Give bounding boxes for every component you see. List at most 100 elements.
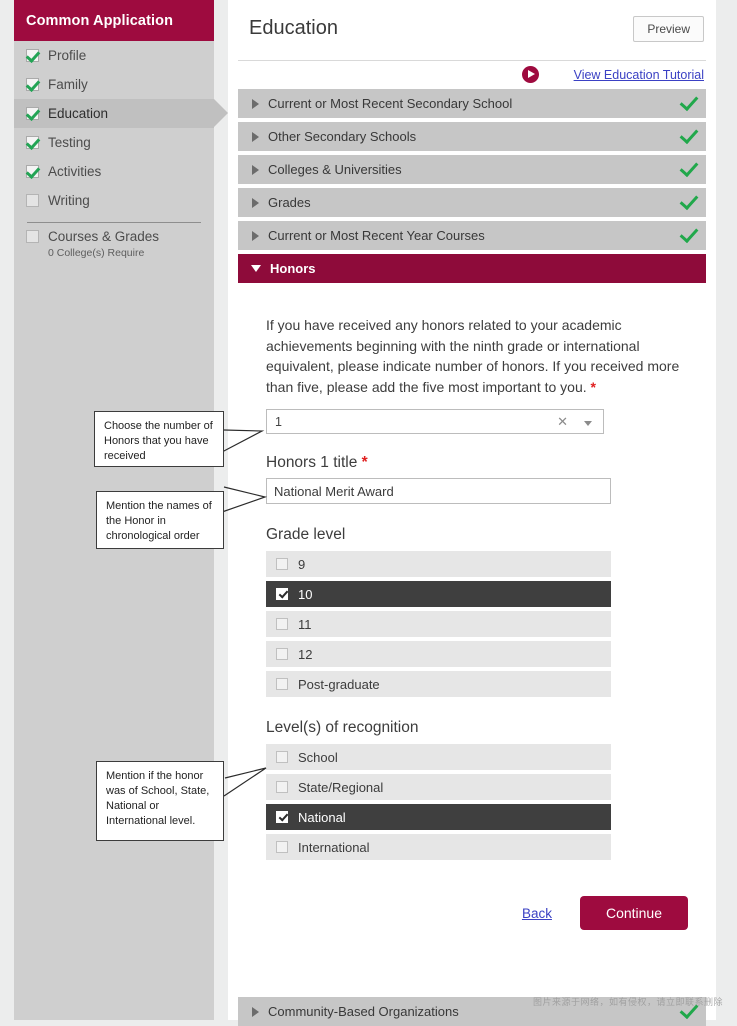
check-icon (26, 107, 39, 120)
accordion-section-grades[interactable]: Grades (238, 188, 706, 217)
recognition-option[interactable]: School (266, 744, 611, 770)
checkbox-icon[interactable] (276, 618, 288, 630)
sidebar-item-testing[interactable]: Testing (14, 128, 214, 157)
tutorial-row: View Education Tutorial (240, 61, 704, 89)
empty-checkbox-icon (26, 230, 39, 243)
checkbox-icon[interactable] (276, 841, 288, 853)
annotation-text: Mention the names of the Honor in chrono… (106, 500, 212, 542)
courses-row: Courses & Grades (26, 229, 214, 244)
recognition-option-label: State/Regional (298, 779, 384, 795)
honors-count-select[interactable]: 1 ✕ (266, 409, 604, 434)
chevron-right-icon (252, 230, 259, 241)
honors-title-input[interactable] (266, 478, 611, 504)
checkbox-checked-icon[interactable] (276, 588, 288, 600)
continue-button[interactable]: Continue (579, 896, 688, 930)
accordion-label: Grades (268, 195, 311, 210)
sidebar-item-courses-grades[interactable]: Courses & Grades 0 College(s) Require (14, 229, 214, 259)
chevron-right-icon (252, 98, 259, 109)
grade-level-option-label: 11 (298, 616, 312, 632)
recognition-option[interactable]: State/Regional (266, 774, 611, 800)
preview-button[interactable]: Preview (633, 16, 704, 42)
form-actions: Back Continue (238, 896, 688, 930)
accordion-label: Colleges & Universities (268, 162, 402, 177)
grade-level-option-label: 9 (298, 556, 306, 572)
sidebar-item-label: Testing (48, 135, 91, 150)
checkbox-icon[interactable] (276, 678, 288, 690)
recognition-level-list: School State/Regional National Internati… (266, 744, 611, 860)
watermark-text: 图片来源于网络，如有侵权，请立即联系删除 (532, 998, 723, 1008)
accordion-section-honors[interactable]: Honors (238, 254, 706, 283)
back-link[interactable]: Back (522, 906, 552, 921)
check-icon (26, 78, 39, 91)
required-marker: * (361, 454, 368, 471)
honors-count-value: 1 (275, 414, 282, 429)
grade-level-label: Grade level (266, 526, 346, 543)
grade-level-option-label: 10 (298, 586, 313, 602)
accordion-label: Other Secondary Schools (268, 129, 417, 144)
brand-title: Common Application (26, 12, 174, 29)
empty-checkbox-icon (26, 194, 39, 207)
grade-level-option[interactable]: 9 (266, 551, 611, 577)
annotation-text: Choose the number of Honors that you hav… (104, 420, 213, 462)
sidebar-item-writing[interactable]: Writing (14, 186, 214, 215)
check-icon (26, 49, 39, 62)
annotation-callout-title: Mention the names of the Honor in chrono… (96, 491, 224, 549)
checkbox-icon[interactable] (276, 781, 288, 793)
play-circle-icon[interactable] (522, 66, 539, 83)
courses-label: Courses & Grades (48, 229, 160, 244)
honors-instruction-text: If you have received any honors related … (266, 315, 688, 397)
clear-x-icon[interactable]: ✕ (557, 414, 568, 430)
chevron-down-icon[interactable] (584, 421, 592, 426)
sidebar-item-label: Writing (48, 193, 90, 208)
accordion-section-colleges[interactable]: Colleges & Universities (238, 155, 706, 184)
chevron-right-icon (252, 1006, 259, 1017)
chevron-right-icon (252, 164, 259, 175)
sidebar-divider (27, 222, 201, 223)
sidebar-item-label: Profile (48, 48, 87, 63)
sidebar-item-label: Education (48, 106, 109, 121)
recognition-option[interactable]: National (266, 804, 611, 830)
annotation-callout-count: Choose the number of Honors that you hav… (94, 411, 224, 467)
accordion-section-secondary-school[interactable]: Current or Most Recent Secondary School (238, 89, 706, 118)
sidebar-item-label: Activities (48, 164, 102, 179)
required-marker: * (590, 378, 596, 395)
main-content: Education Preview View Education Tutoria… (228, 0, 716, 1026)
grade-level-option[interactable]: 10 (266, 581, 611, 607)
brand-header: Common Application (14, 0, 214, 41)
accordion-section-other-secondary[interactable]: Other Secondary Schools (238, 122, 706, 151)
accordion-list: Current or Most Recent Secondary School … (238, 89, 706, 283)
checkbox-icon[interactable] (276, 751, 288, 763)
view-education-tutorial-link[interactable]: View Education Tutorial (574, 68, 704, 82)
checkbox-icon[interactable] (276, 558, 288, 570)
complete-check-icon (679, 91, 699, 112)
complete-check-icon (679, 190, 699, 211)
checkbox-icon[interactable] (276, 648, 288, 660)
complete-check-icon (679, 157, 699, 178)
grade-level-option[interactable]: 12 (266, 641, 611, 667)
page-title: Education (249, 17, 338, 39)
chevron-right-icon (252, 131, 259, 142)
recognition-option[interactable]: International (266, 834, 611, 860)
accordion-label: Community-Based Organizations (268, 1004, 459, 1019)
sidebar-item-profile[interactable]: Profile (14, 41, 214, 70)
honors-title-label: Honors 1 title * (266, 454, 706, 472)
accordion-label: Honors (270, 261, 316, 276)
grade-level-list: 9 10 11 12 Post-graduate (266, 551, 611, 697)
checkbox-checked-icon[interactable] (276, 811, 288, 823)
recognition-option-label: School (298, 749, 338, 765)
sidebar-item-activities[interactable]: Activities (14, 157, 214, 186)
accordion-label: Current or Most Recent Year Courses (268, 228, 485, 243)
accordion-section-year-courses[interactable]: Current or Most Recent Year Courses (238, 221, 706, 250)
grade-level-option-label: 12 (298, 646, 313, 662)
grade-level-option-label: Post-graduate (298, 676, 380, 692)
sidebar-item-label: Family (48, 77, 88, 92)
application-window: Common Application Profile Family Educat… (0, 0, 737, 1026)
recognition-level-label: Level(s) of recognition (266, 719, 419, 736)
recognition-option-label: International (298, 839, 370, 855)
grade-level-option[interactable]: 11 (266, 611, 611, 637)
courses-subtext: 0 College(s) Require (48, 247, 145, 259)
right-page-margin (716, 0, 737, 1020)
sidebar-item-education[interactable]: Education (14, 99, 228, 128)
sidebar-item-family[interactable]: Family (14, 70, 214, 99)
grade-level-option[interactable]: Post-graduate (266, 671, 611, 697)
